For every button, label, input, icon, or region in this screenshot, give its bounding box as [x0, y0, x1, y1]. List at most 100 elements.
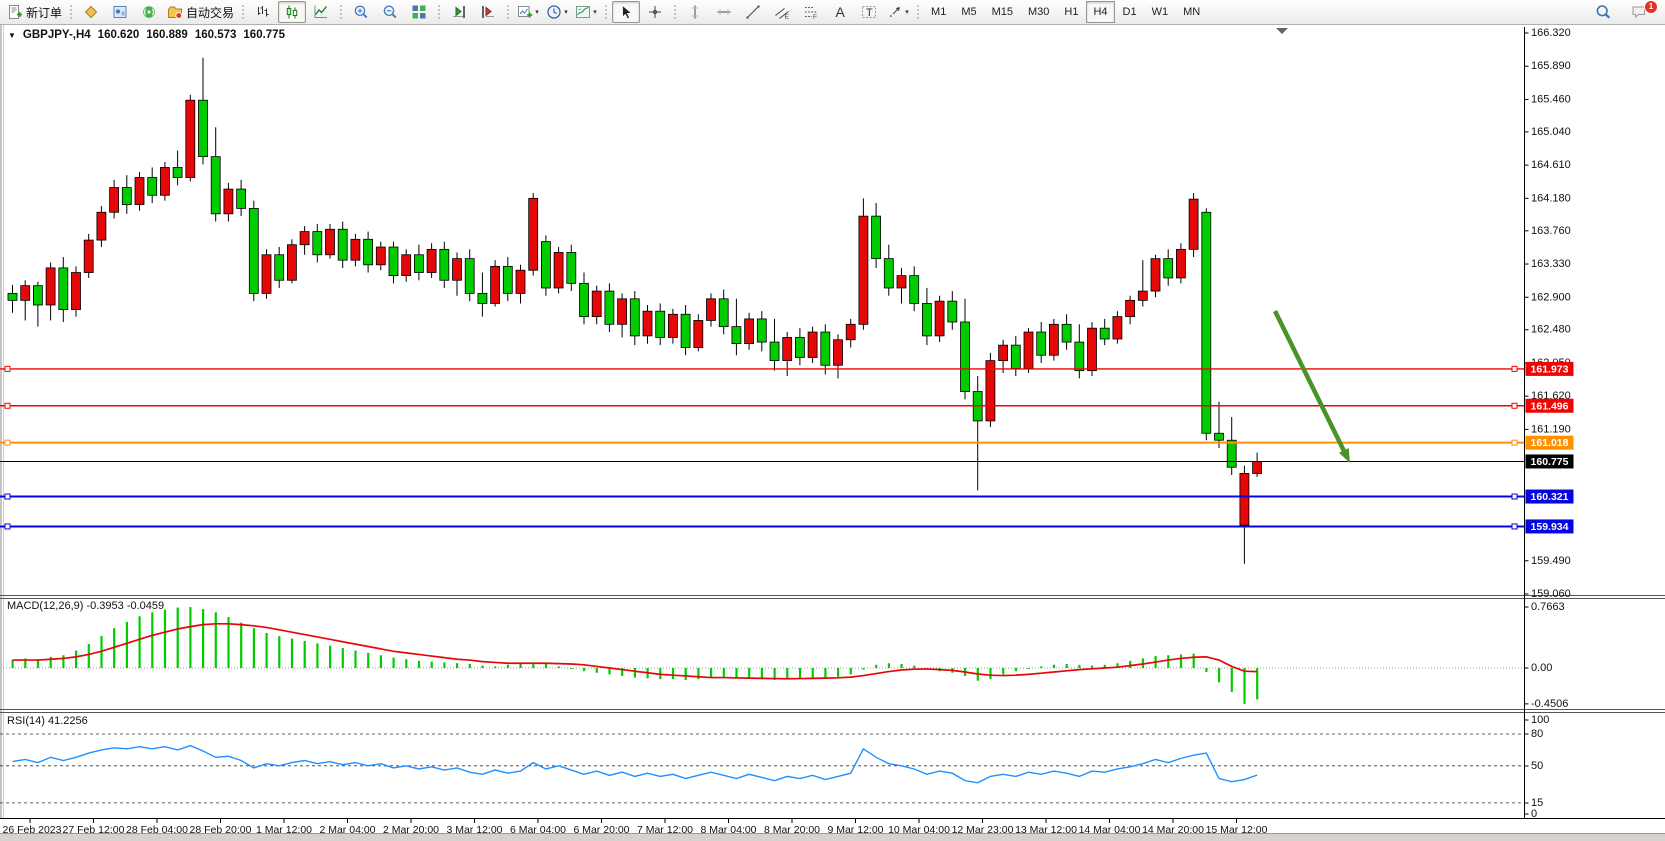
rsi-panel [0, 734, 1525, 803]
text-button[interactable]: A [826, 1, 854, 23]
svg-text:8 Mar 20:00: 8 Mar 20:00 [764, 824, 820, 833]
trendline-button[interactable] [739, 1, 767, 23]
svg-text:15 Mar 12:00: 15 Mar 12:00 [1206, 824, 1268, 833]
price-axis-badges: 161.973161.496161.018160.775160.321159.9… [1526, 362, 1574, 534]
vertical-line-button[interactable] [681, 1, 709, 23]
new-chart-icon [517, 4, 533, 20]
horizontal-line-button[interactable] [710, 1, 738, 23]
search-button[interactable] [1589, 1, 1617, 23]
svg-text:8 Mar 04:00: 8 Mar 04:00 [700, 824, 756, 833]
svg-text:E: E [785, 14, 790, 21]
line-chart-button[interactable] [307, 1, 335, 23]
time-axis[interactable]: 26 Feb 202327 Feb 12:0028 Feb 04:0028 Fe… [0, 819, 1665, 834]
svg-text:3 Mar 12:00: 3 Mar 12:00 [446, 824, 502, 833]
svg-text:161.190: 161.190 [1531, 423, 1571, 435]
timeframe-h1[interactable]: H1 [1057, 1, 1085, 23]
periods-button[interactable]: ▾ [543, 1, 571, 23]
text-label-button[interactable]: T [855, 1, 883, 23]
candlestick-chart-button[interactable] [278, 1, 306, 23]
collapse-arrow-icon[interactable]: ▼ [8, 31, 16, 40]
svg-text:166.320: 166.320 [1531, 27, 1571, 39]
fibonacci-button[interactable]: F [797, 1, 825, 23]
toolbar-grip [241, 4, 245, 20]
cursor-button[interactable] [612, 1, 640, 23]
trendline-icon [745, 4, 761, 20]
auto-scroll-icon [451, 4, 467, 20]
timeframe-m5[interactable]: M5 [954, 1, 983, 23]
svg-text:14 Mar 04:00: 14 Mar 04:00 [1079, 824, 1141, 833]
arrows-button[interactable]: ▾ [884, 1, 912, 23]
svg-text:159.490: 159.490 [1531, 555, 1571, 567]
svg-text:2 Mar 04:00: 2 Mar 04:00 [319, 824, 375, 833]
line-chart-icon [313, 4, 329, 20]
candlestick-series [8, 58, 1262, 564]
channel-icon: E [774, 4, 790, 20]
svg-text:159.934: 159.934 [1531, 521, 1569, 533]
chart-shift-marker[interactable] [1276, 28, 1288, 34]
chart-close-value: 160.775 [243, 29, 285, 41]
svg-text:163.760: 163.760 [1531, 225, 1571, 237]
timeframe-m15[interactable]: M15 [985, 1, 1020, 23]
candle-chart-icon [284, 4, 300, 20]
toolbar-grip [916, 4, 920, 20]
chart-window[interactable]: 166.320165.890165.460165.040164.610164.1… [0, 24, 1665, 834]
toolbar-grip [69, 4, 73, 20]
timeframe-w1[interactable]: W1 [1145, 1, 1176, 23]
price-line-161.018[interactable] [0, 440, 1525, 445]
svg-text:161.018: 161.018 [1531, 437, 1569, 449]
templates-button[interactable]: ▾ [572, 1, 600, 23]
svg-text:161.496: 161.496 [1531, 400, 1569, 412]
timeframe-mn[interactable]: MN [1176, 1, 1207, 23]
svg-text:164.180: 164.180 [1531, 192, 1571, 204]
auto-scroll-button[interactable] [445, 1, 473, 23]
new-chart-button[interactable]: ▾ [514, 1, 542, 23]
price-line-161.496[interactable] [0, 403, 1525, 408]
zoom-in-button[interactable] [347, 1, 375, 23]
auto-trading-icon [167, 4, 183, 20]
price-line-160.321[interactable] [0, 494, 1525, 499]
svg-text:164.610: 164.610 [1531, 159, 1571, 171]
auto-trading-button[interactable]: 自动交易 [164, 1, 237, 23]
bar-chart-button[interactable] [249, 1, 277, 23]
svg-text:165.460: 165.460 [1531, 93, 1571, 105]
chevron-down-icon: ▾ [905, 8, 909, 16]
chart-ohlc-title: ▼ GBPJPY-,H4 160.620 160.889 160.573 160… [8, 29, 285, 41]
trend-arrow-annotation[interactable] [1275, 311, 1350, 463]
svg-text:50: 50 [1531, 760, 1543, 772]
notification-badge: 1 [1644, 0, 1658, 14]
chart-shift-button[interactable] [474, 1, 502, 23]
timeframe-m1[interactable]: M1 [924, 1, 953, 23]
price-axis[interactable]: 166.320165.890165.460165.040164.610164.1… [1525, 27, 1571, 820]
price-line-159.934[interactable] [0, 524, 1525, 529]
toolbar-grip [604, 4, 608, 20]
timeframe-d1[interactable]: D1 [1116, 1, 1144, 23]
equidistant-channel-button[interactable]: E [768, 1, 796, 23]
tile-windows-button[interactable] [405, 1, 433, 23]
svg-text:T: T [866, 7, 873, 19]
fibonacci-icon: F [803, 4, 819, 20]
rsi-indicator-label: RSI(14) 41.2256 [7, 715, 88, 727]
svg-text:14 Mar 20:00: 14 Mar 20:00 [1142, 824, 1204, 833]
chat-button[interactable]: 1 [1625, 1, 1653, 23]
chart-symbol-period: GBPJPY-,H4 [23, 29, 91, 41]
svg-text:0.00: 0.00 [1531, 662, 1552, 674]
svg-text:162.900: 162.900 [1531, 291, 1571, 303]
macd-panel [0, 607, 1525, 704]
chart-canvas[interactable]: 166.320165.890165.460165.040164.610164.1… [0, 25, 1665, 833]
price-line-161.973[interactable] [0, 366, 1525, 371]
data-window-button[interactable] [106, 1, 134, 23]
periods-icon [546, 4, 562, 20]
shapes-icon [887, 4, 903, 20]
text-label-icon: T [861, 4, 877, 20]
svg-text:A: A [836, 4, 846, 20]
crosshair-button[interactable] [641, 1, 669, 23]
navigator-button[interactable] [135, 1, 163, 23]
new-order-button[interactable]: 新订单 [4, 1, 65, 23]
timeframe-h4[interactable]: H4 [1086, 1, 1114, 23]
text-icon: A [832, 4, 848, 20]
toolbar-grip [437, 4, 441, 20]
timeframe-m30[interactable]: M30 [1021, 1, 1056, 23]
svg-text:-0.4506: -0.4506 [1531, 698, 1568, 710]
market-watch-button[interactable] [77, 1, 105, 23]
zoom-out-button[interactable] [376, 1, 404, 23]
